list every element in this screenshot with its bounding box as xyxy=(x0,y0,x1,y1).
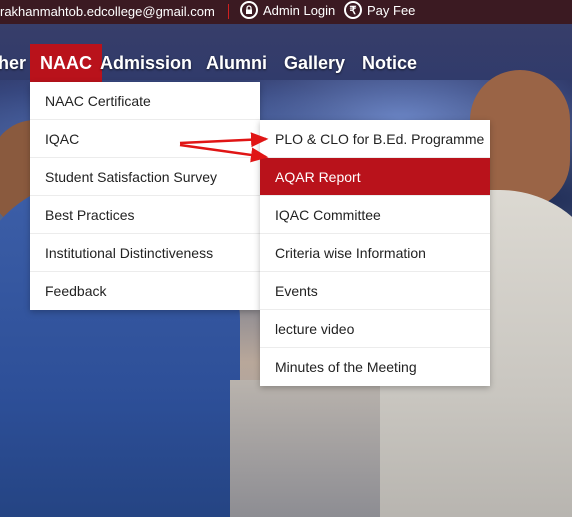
contact-email[interactable]: rakhanmahtob.edcollege@gmail.com xyxy=(0,4,215,19)
admin-login-label: Admin Login xyxy=(263,2,336,18)
divider xyxy=(228,4,229,19)
main-nav: her NAAC Admission Alumni Gallery Notice xyxy=(0,44,572,82)
menu-item-minutes-of-meeting[interactable]: Minutes of the Meeting xyxy=(260,348,490,386)
naac-dropdown: NAAC Certificate IQAC Student Satisfacti… xyxy=(30,82,260,310)
menu-item-best-practices[interactable]: Best Practices xyxy=(30,196,260,234)
menu-item-lecture-video[interactable]: lecture video xyxy=(260,310,490,348)
menu-item-institutional-distinctiveness[interactable]: Institutional Distinctiveness xyxy=(30,234,260,272)
menu-item-plo-clo[interactable]: PLO & CLO for B.Ed. Programme xyxy=(260,120,490,158)
nav-item-admission[interactable]: Admission xyxy=(100,44,192,82)
menu-item-student-satisfaction-survey[interactable]: Student Satisfaction Survey xyxy=(30,158,260,196)
menu-item-naac-certificate[interactable]: NAAC Certificate xyxy=(30,82,260,120)
nav-item-naac[interactable]: NAAC xyxy=(30,44,102,82)
nav-item-prev[interactable]: her xyxy=(0,44,26,82)
nav-item-alumni[interactable]: Alumni xyxy=(206,44,267,82)
rupee-icon: ₹ xyxy=(344,1,362,19)
menu-item-feedback[interactable]: Feedback xyxy=(30,272,260,310)
pay-fee-label: Pay Fee xyxy=(367,2,416,18)
lock-icon xyxy=(240,1,258,19)
iqac-submenu: PLO & CLO for B.Ed. Programme AQAR Repor… xyxy=(260,120,490,386)
menu-item-criteria-wise-information[interactable]: Criteria wise Information xyxy=(260,234,490,272)
menu-item-aqar-report[interactable]: AQAR Report xyxy=(260,158,490,196)
menu-item-iqac[interactable]: IQAC xyxy=(30,120,260,158)
admin-login-link[interactable]: Admin Login xyxy=(240,1,335,19)
menu-item-iqac-committee[interactable]: IQAC Committee xyxy=(260,196,490,234)
nav-item-gallery[interactable]: Gallery xyxy=(284,44,345,82)
pay-fee-link[interactable]: ₹ Pay Fee xyxy=(344,1,415,19)
nav-item-notice[interactable]: Notice xyxy=(362,44,417,82)
top-contact-bar: rakhanmahtob.edcollege@gmail.com Admin L… xyxy=(0,0,572,24)
menu-item-events[interactable]: Events xyxy=(260,272,490,310)
